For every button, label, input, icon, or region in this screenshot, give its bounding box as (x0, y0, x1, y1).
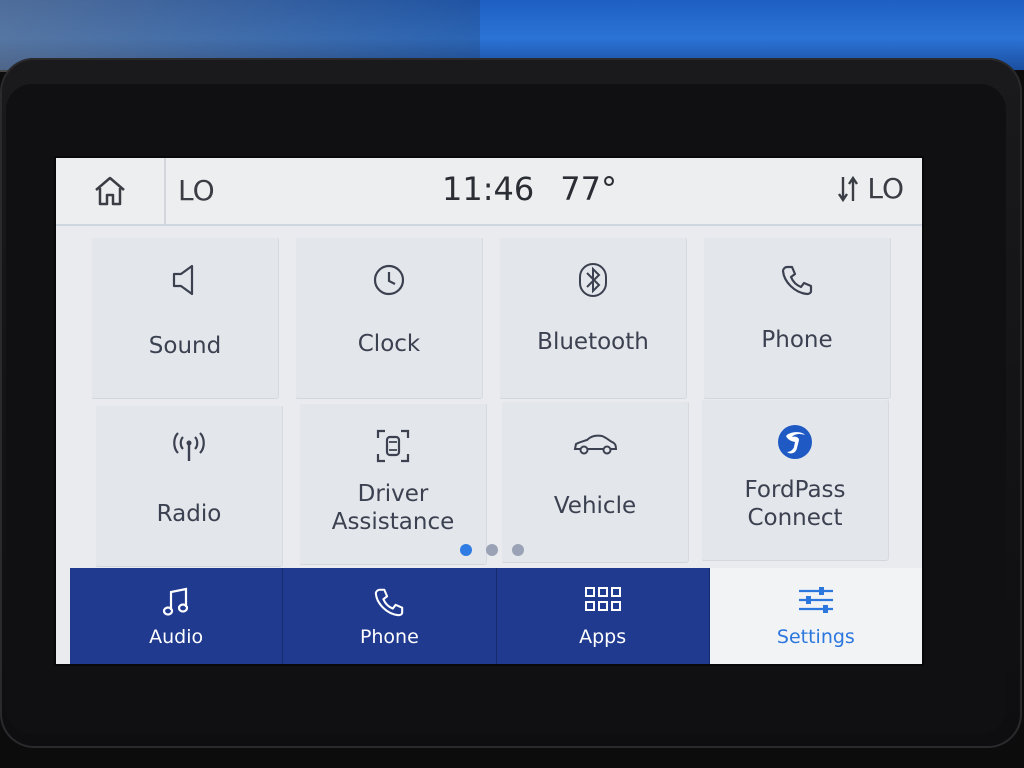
sliders-icon (798, 587, 833, 613)
grid-icon (584, 587, 621, 611)
tile-bluetooth[interactable]: Bluetooth (500, 238, 686, 398)
tile-label-line1: FordPass (744, 477, 846, 503)
tile-phone[interactable]: Phone (704, 238, 890, 398)
outside-temp-display: 77° (560, 170, 617, 208)
tile-sound[interactable]: Sound (92, 238, 278, 398)
tile-label: Clock (357, 331, 421, 357)
home-icon (95, 176, 125, 206)
clock-icon (373, 264, 405, 296)
bottom-nav: Audio Phone Apps Settings (70, 568, 922, 664)
tile-fordpass-connect[interactable]: FordPass Connect (702, 400, 888, 560)
car-icon (573, 434, 618, 455)
phone-icon (781, 265, 813, 296)
tile-driver-assistance[interactable]: Driver Assistance (300, 404, 486, 564)
passenger-temp: LO (867, 172, 904, 205)
nav-phone[interactable]: Phone (283, 568, 497, 664)
antenna-icon (173, 432, 205, 461)
status-header: LO 11:46 77° LO (56, 158, 922, 226)
tile-label: Radio (156, 501, 222, 527)
nav-label: Apps (579, 626, 627, 648)
sort-arrows-icon (838, 175, 859, 202)
tile-label-multiline: FordPass Connect (702, 476, 888, 532)
clock-temp-display: 11:46 77° (442, 170, 617, 208)
passenger-temp-control[interactable]: LO (837, 172, 904, 205)
fordpass-icon (778, 425, 812, 459)
tile-clock[interactable]: Clock (296, 238, 482, 398)
nav-apps[interactable]: Apps (496, 568, 710, 664)
speaker-icon (172, 264, 194, 296)
phone-icon (375, 588, 404, 617)
tile-label: Vehicle (553, 493, 637, 519)
tile-label-line1: Driver (357, 481, 429, 507)
time-display: 11:46 (442, 170, 535, 208)
infotainment-screen: LO 11:46 77° LO Sound Clock Bluetooth Ph… (56, 158, 922, 664)
driver-temp[interactable]: LO (178, 174, 215, 207)
tile-radio[interactable]: Radio (96, 406, 282, 566)
music-note-icon (163, 587, 189, 616)
nav-label: Phone (359, 626, 419, 648)
nav-audio[interactable]: Audio (70, 568, 284, 664)
home-button[interactable] (56, 158, 166, 224)
tile-label: Bluetooth (537, 329, 649, 355)
tile-label-line2: Assistance (331, 509, 455, 535)
nav-label: Settings (776, 626, 855, 648)
tile-label: Sound (148, 333, 222, 359)
nav-label: Audio (149, 626, 204, 648)
driver-assist-icon (376, 429, 410, 463)
tile-label: Phone (761, 327, 833, 353)
page-dot-1[interactable] (460, 544, 472, 556)
bluetooth-icon (579, 263, 607, 297)
tile-label-multiline: Driver Assistance (300, 480, 486, 536)
settings-grid: Sound Clock Bluetooth Phone Radio Driver… (92, 238, 922, 568)
nav-settings[interactable]: Settings (709, 568, 922, 664)
page-indicator[interactable] (460, 544, 524, 556)
page-dot-2[interactable] (486, 544, 498, 556)
page-dot-3[interactable] (512, 544, 524, 556)
tile-vehicle[interactable]: Vehicle (502, 402, 688, 562)
tile-label-line2: Connect (747, 505, 843, 531)
